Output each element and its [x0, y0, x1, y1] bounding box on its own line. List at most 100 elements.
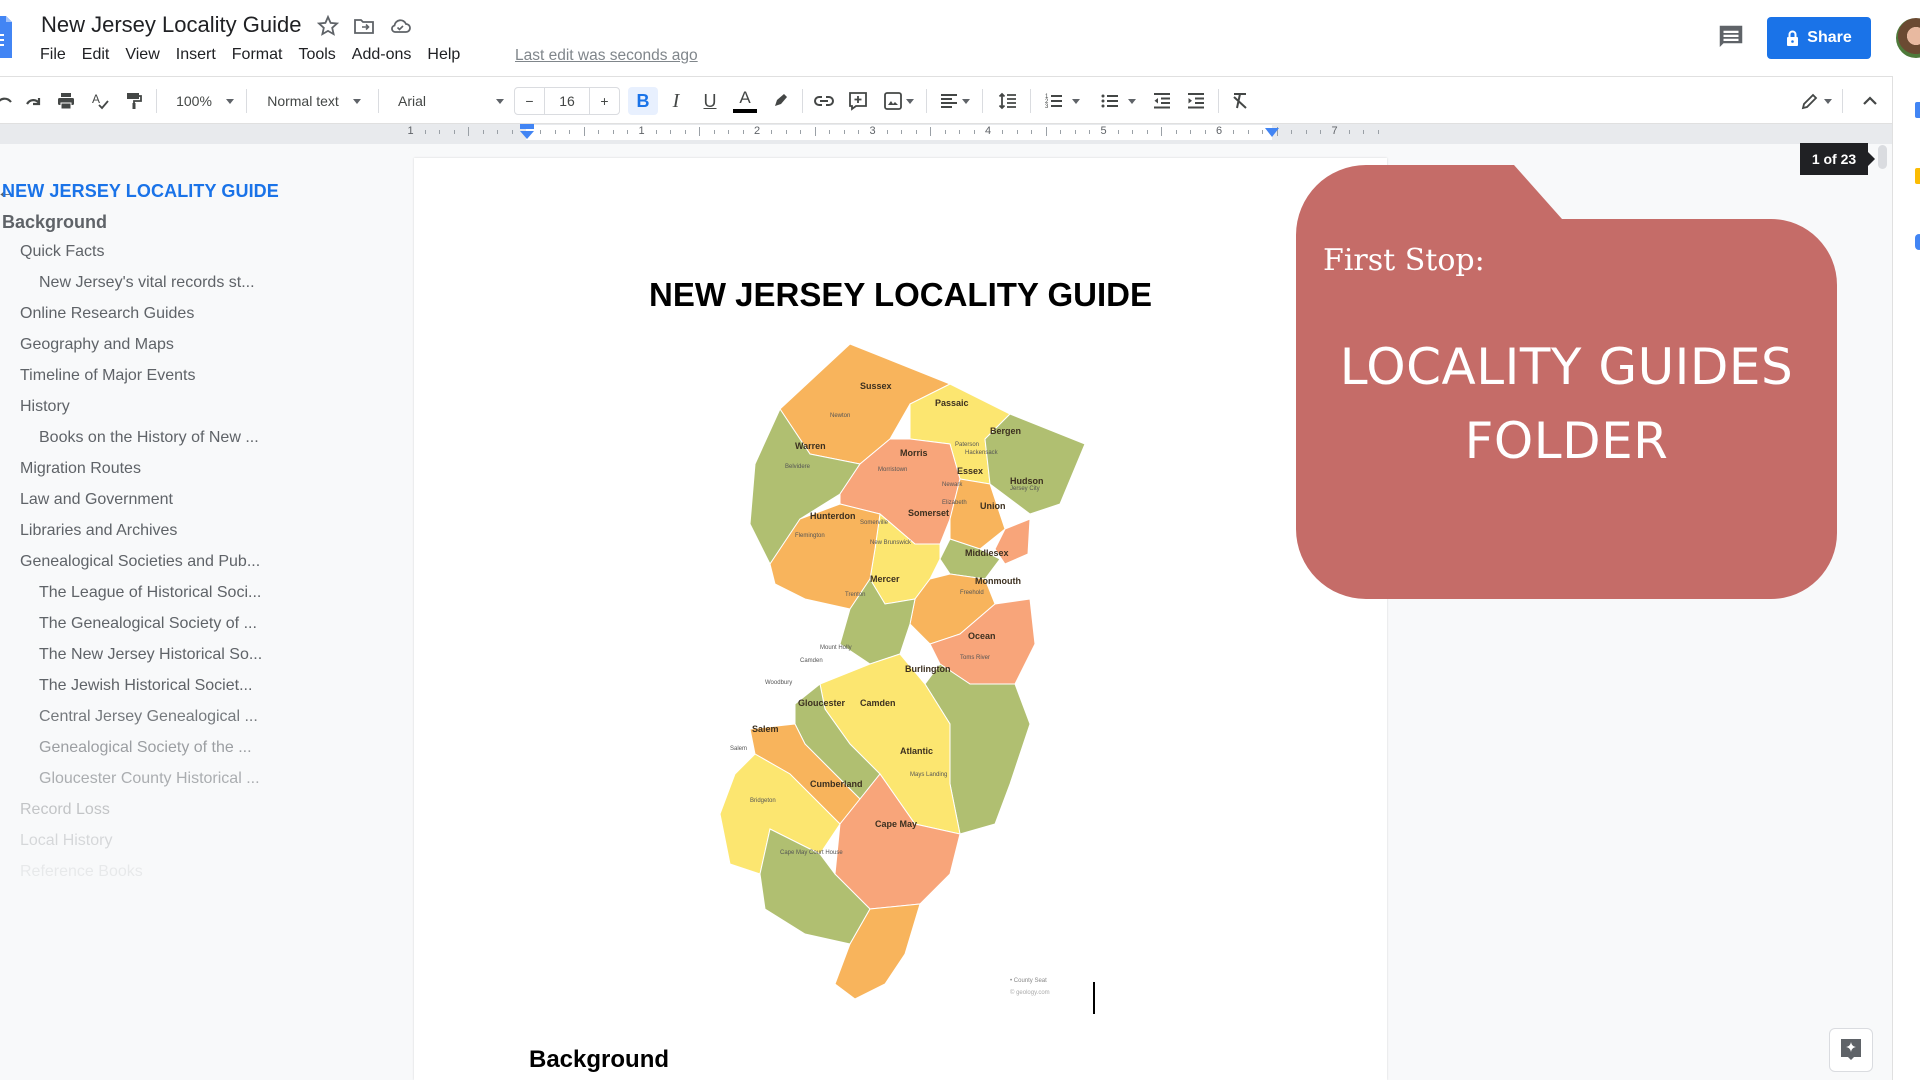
- move-to-folder-icon[interactable]: [352, 14, 376, 38]
- hide-menus-chevron-up-icon[interactable]: [1856, 87, 1884, 115]
- left-indent-marker[interactable]: [520, 124, 534, 140]
- last-edit-link[interactable]: Last edit was seconds ago: [515, 47, 698, 65]
- county-label: Mercer: [870, 574, 900, 584]
- outline-item[interactable]: Migration Routes: [20, 460, 141, 478]
- undo-icon[interactable]: [0, 87, 14, 115]
- outline-item[interactable]: Central Jersey Genealogical ...: [39, 708, 258, 726]
- font-select[interactable]: Arial: [388, 87, 508, 115]
- text-color-button[interactable]: A: [730, 87, 760, 115]
- outline-item[interactable]: Genealogical Society of the ...: [39, 739, 252, 757]
- font-size-input[interactable]: 16: [545, 88, 589, 114]
- separator: [378, 89, 379, 113]
- line-spacing-icon[interactable]: [994, 87, 1022, 115]
- outline-item[interactable]: Gloucester County Historical ...: [39, 770, 260, 788]
- section-heading[interactable]: Background: [529, 1046, 669, 1074]
- outline-item[interactable]: The Jewish Historical Societ...: [39, 677, 252, 695]
- document-page[interactable]: NEW JERSEY LOCALITY GUIDE Sussex Passaic…: [414, 158, 1387, 1080]
- county-seat-label: Bridgeton: [750, 798, 776, 804]
- outline-item[interactable]: Quick Facts: [20, 243, 104, 261]
- outline-item[interactable]: Books on the History of New ...: [39, 429, 259, 447]
- outline-item[interactable]: Law and Government: [20, 491, 173, 509]
- county-label: Middlesex: [965, 548, 1009, 558]
- print-icon[interactable]: [52, 87, 80, 115]
- docs-logo-icon[interactable]: [0, 16, 12, 58]
- menu-help[interactable]: Help: [419, 46, 468, 64]
- ruler-tick: [468, 127, 470, 136]
- menu-file[interactable]: File: [40, 46, 74, 64]
- explore-sparkle-icon: [1841, 1039, 1861, 1060]
- outline-item[interactable]: Record Loss: [20, 801, 110, 819]
- outline-item[interactable]: Online Research Guides: [20, 305, 194, 323]
- ruler-tick: [482, 130, 484, 134]
- numbered-list-icon[interactable]: 123: [1040, 87, 1084, 115]
- redo-icon[interactable]: [20, 87, 48, 115]
- ruler-tick: [1016, 130, 1018, 134]
- menu-view[interactable]: View: [117, 46, 167, 64]
- align-left-icon[interactable]: [934, 87, 974, 115]
- menu-edit[interactable]: Edit: [74, 46, 118, 64]
- ruler-tick: [1305, 130, 1307, 134]
- increase-indent-icon[interactable]: [1182, 87, 1210, 115]
- ruler-tick: [511, 130, 513, 134]
- ruler-tick: [843, 130, 845, 134]
- keep-icon[interactable]: [1915, 168, 1920, 184]
- menu-bar: File Edit View Insert Format Tools Add-o…: [40, 46, 468, 64]
- insert-image-icon[interactable]: [878, 87, 918, 115]
- star-icon[interactable]: [316, 14, 340, 38]
- outline-item[interactable]: The Genealogical Society of ...: [39, 615, 257, 633]
- menu-insert[interactable]: Insert: [168, 46, 224, 64]
- ruler-tick: [1161, 127, 1163, 136]
- highlight-pen-icon[interactable]: [766, 87, 794, 115]
- right-indent-marker[interactable]: [1265, 128, 1279, 138]
- separator: [1218, 89, 1219, 113]
- paragraph-style-select[interactable]: Normal text: [256, 87, 372, 115]
- cloud-saved-icon[interactable]: [388, 14, 412, 38]
- tasks-icon[interactable]: [1915, 234, 1920, 250]
- decrease-font-size-button[interactable]: −: [515, 88, 545, 114]
- clear-formatting-icon[interactable]: [1226, 87, 1254, 115]
- user-avatar[interactable]: [1896, 18, 1920, 58]
- menu-format[interactable]: Format: [224, 46, 291, 64]
- add-comment-icon[interactable]: [844, 87, 872, 115]
- menu-add-ons[interactable]: Add-ons: [344, 46, 420, 64]
- outline-item[interactable]: New Jersey's vital records st...: [39, 274, 255, 292]
- increase-font-size-button[interactable]: +: [589, 88, 619, 114]
- underline-button[interactable]: U: [696, 87, 724, 115]
- zoom-select[interactable]: 100%: [168, 87, 242, 115]
- decrease-indent-icon[interactable]: [1148, 87, 1176, 115]
- outline-item[interactable]: Local History: [20, 832, 112, 850]
- outline-item[interactable]: Timeline of Major Events: [20, 367, 195, 385]
- county-label: Camden: [860, 698, 896, 708]
- outline-item[interactable]: Reference Books: [20, 863, 143, 881]
- ruler[interactable]: 1 1 2 3 4 5 6 7: [0, 124, 1892, 144]
- italic-button[interactable]: I: [662, 87, 690, 115]
- editing-mode-pencil-icon[interactable]: [1796, 87, 1836, 115]
- calendar-icon[interactable]: [1915, 102, 1920, 118]
- bulleted-list-icon[interactable]: [1096, 87, 1140, 115]
- separator: [1030, 89, 1031, 113]
- outline-item[interactable]: The New Jersey Historical So...: [39, 646, 262, 664]
- insert-link-icon[interactable]: [810, 87, 838, 115]
- outline-item[interactable]: NEW JERSEY LOCALITY GUIDE: [2, 181, 279, 202]
- bold-button[interactable]: B: [628, 87, 658, 115]
- paint-format-icon[interactable]: [120, 87, 148, 115]
- outline-item[interactable]: The League of Historical Soci...: [39, 584, 261, 602]
- outline-item[interactable]: History: [20, 398, 70, 416]
- outline-item[interactable]: Geography and Maps: [20, 336, 174, 354]
- chevron-down-icon: [496, 98, 504, 104]
- menu-tools[interactable]: Tools: [290, 46, 343, 64]
- vertical-scrollbar-thumb[interactable]: [1878, 145, 1887, 169]
- separator: [1842, 89, 1843, 113]
- map-legend: • County Seat: [1010, 978, 1047, 984]
- document-title[interactable]: New Jersey Locality Guide: [41, 12, 301, 38]
- document-heading[interactable]: NEW JERSEY LOCALITY GUIDE: [414, 276, 1387, 314]
- spellcheck-icon[interactable]: A: [86, 87, 114, 115]
- separator: [926, 89, 927, 113]
- outline-item[interactable]: Genealogical Societies and Pub...: [20, 553, 260, 571]
- share-button[interactable]: Share: [1767, 17, 1871, 59]
- comment-icon[interactable]: [1716, 22, 1746, 52]
- outline-item[interactable]: Libraries and Archives: [20, 522, 177, 540]
- outline-item[interactable]: Background: [2, 212, 107, 233]
- explore-button[interactable]: [1829, 1028, 1873, 1072]
- county-seat-label: Mays Landing: [910, 772, 947, 778]
